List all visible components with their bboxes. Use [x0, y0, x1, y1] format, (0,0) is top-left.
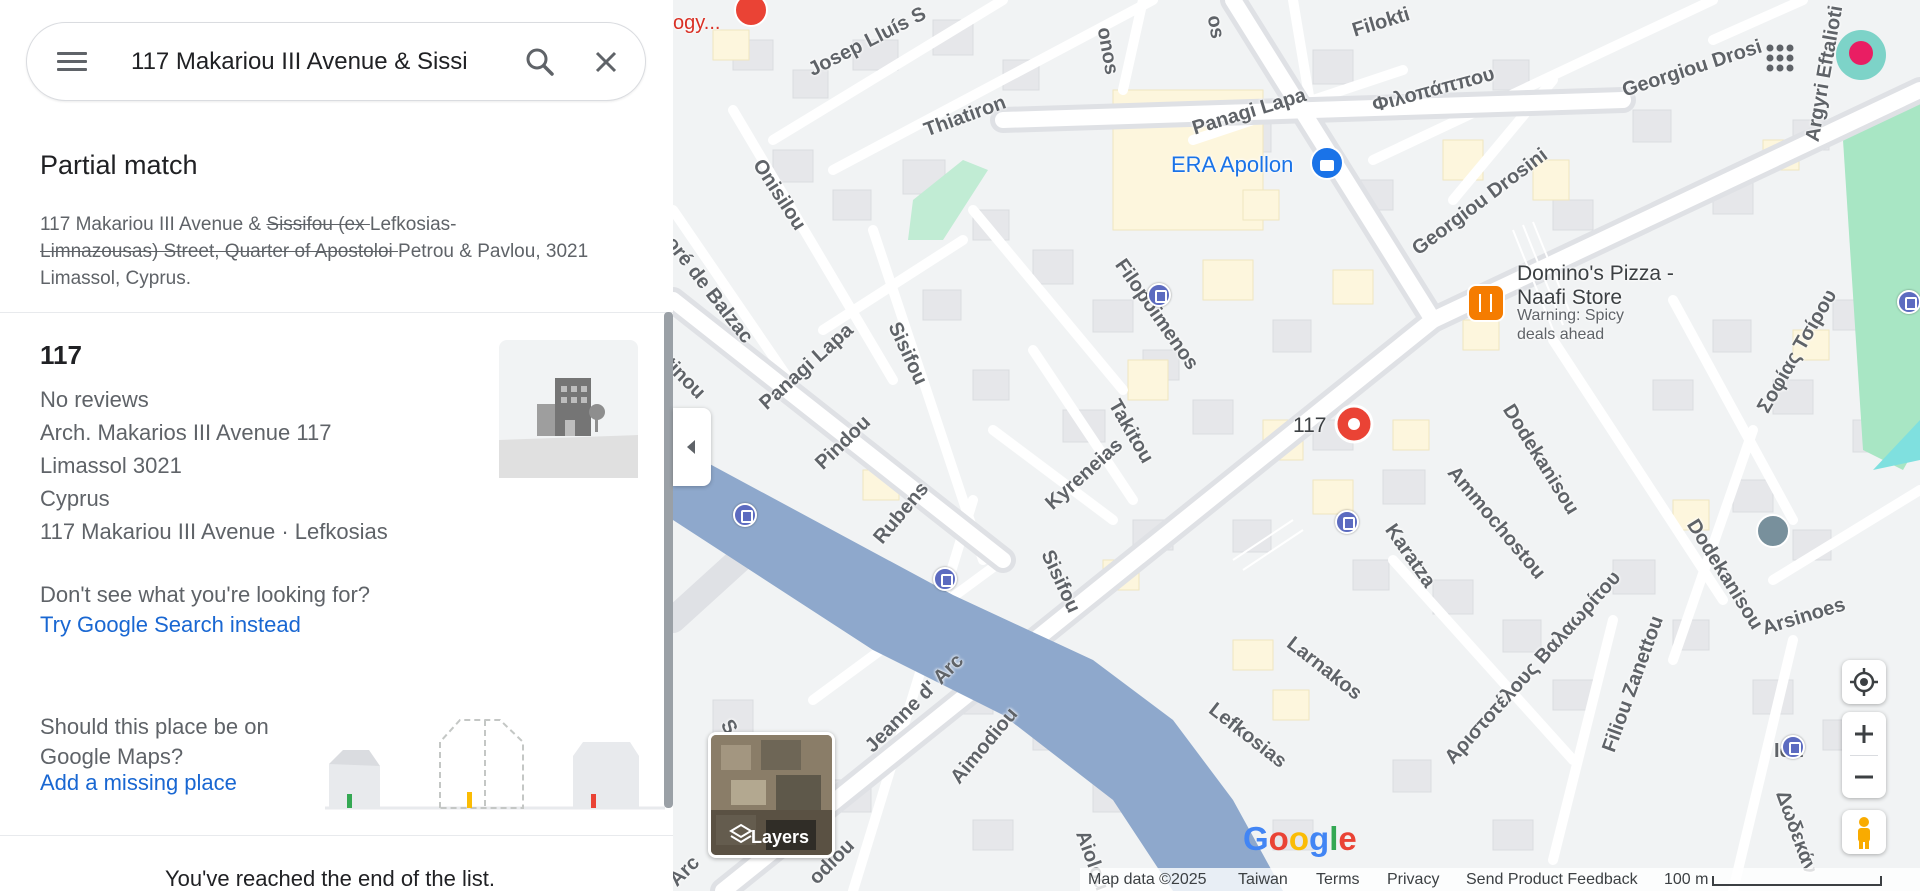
- map-base: [673, 0, 1920, 891]
- marker-117-label[interactable]: 117: [1293, 414, 1326, 438]
- my-location-button[interactable]: [1842, 660, 1886, 704]
- divider: [0, 835, 673, 836]
- address-text: 117 Makariou III Avenue &: [40, 214, 267, 235]
- search-button[interactable]: [521, 43, 559, 81]
- clear-search-button[interactable]: [587, 43, 625, 81]
- menu-icon-bar: [57, 60, 87, 63]
- add-missing-place-link[interactable]: Add a missing place: [40, 770, 237, 796]
- map-canvas[interactable]: Josep Lluís S Thiatiron Onisilou oré de …: [673, 0, 1920, 891]
- apps-grid-icon: [1766, 44, 1794, 72]
- divider: [0, 312, 673, 313]
- result-thumbnail[interactable]: [499, 340, 638, 478]
- bus-stop-icon[interactable]: [1897, 290, 1920, 314]
- scale-label[interactable]: 100 m: [1664, 871, 1708, 889]
- dominos-label[interactable]: Domino's Pizza - Naafi Store: [1517, 262, 1687, 310]
- plus-icon: [1855, 725, 1873, 743]
- bus-stop-icon[interactable]: [733, 503, 757, 527]
- privacy-link[interactable]: Privacy: [1387, 871, 1439, 889]
- zoom-control: [1842, 712, 1886, 798]
- layers-label: Layers: [751, 827, 810, 847]
- scale-bar: [1712, 876, 1882, 886]
- side-panel: Partial match 117 Makariou III Avenue & …: [0, 0, 673, 891]
- pegman-icon: [1858, 817, 1870, 849]
- minus-icon: [1855, 775, 1873, 779]
- street-label: ogy...: [673, 12, 721, 34]
- address-strikethrough: Sissifou (ex: [266, 214, 370, 235]
- google-logo: Google: [1243, 820, 1357, 857]
- search-input[interactable]: [131, 45, 503, 79]
- dont-see-text: Don't see what you're looking for?: [40, 582, 371, 607]
- search-box: [26, 22, 646, 101]
- menu-button[interactable]: [55, 45, 89, 79]
- region-link[interactable]: Taiwan: [1238, 871, 1288, 889]
- chevron-left-icon: [687, 440, 695, 454]
- end-of-list-text: You've reached the end of the list.: [165, 866, 495, 891]
- bus-stop-icon[interactable]: [1781, 735, 1805, 759]
- bus-stop-icon[interactable]: [1335, 510, 1359, 534]
- menu-icon-bar: [57, 52, 87, 55]
- terms-link[interactable]: Terms: [1316, 871, 1360, 889]
- era-apollon-label[interactable]: ERA Apollon: [1171, 152, 1293, 178]
- google-apps-button[interactable]: [1762, 40, 1798, 76]
- layers-button[interactable]: Layers: [708, 732, 835, 858]
- zoom-out-button[interactable]: [1842, 756, 1886, 798]
- account-avatar[interactable]: [1836, 30, 1886, 80]
- google-maps-app: Partial match 117 Makariou III Avenue & …: [0, 0, 1920, 891]
- map-footer: Map data ©2025 Taiwan Terms Privacy Send…: [1080, 868, 1920, 891]
- partial-match-address: 117 Makariou III Avenue & Sissifou (ex L…: [40, 211, 640, 292]
- send-feedback-link[interactable]: Send Product Feedback: [1466, 871, 1638, 889]
- partial-match-section: Partial match 117 Makariou III Avenue & …: [40, 150, 640, 292]
- menu-icon-bar: [57, 68, 87, 71]
- bus-stop-icon[interactable]: [933, 567, 957, 591]
- close-icon: [595, 51, 617, 73]
- street-view-pegman-button[interactable]: [1842, 810, 1886, 854]
- dominos-warning-label: Warning: Spicy deals ahead: [1517, 307, 1624, 343]
- map-data-text: Map data ©2025: [1088, 871, 1207, 888]
- bus-stop-icon[interactable]: [1147, 283, 1171, 307]
- address-strikethrough: Limnazousas) Street, Quarter of Apostolo…: [40, 241, 399, 262]
- missing-place-illustration: [325, 719, 665, 810]
- panel-scrollbar[interactable]: [664, 312, 673, 808]
- result-country: Cyprus: [40, 486, 110, 511]
- result-alt-address: 117 Makariou III Avenue · Lefkosias: [40, 519, 388, 544]
- building-icon: [499, 378, 638, 478]
- should-place-text: Should this place be on Google Maps?: [40, 714, 269, 769]
- collapse-panel-button[interactable]: [673, 408, 711, 486]
- street-label: os: [1202, 13, 1229, 41]
- zoom-in-button[interactable]: [1842, 712, 1886, 755]
- my-location-icon: [1850, 668, 1878, 696]
- address-text: Lefkosias-: [369, 214, 457, 235]
- partial-match-title: Partial match: [40, 150, 198, 180]
- search-icon: [526, 48, 554, 76]
- try-google-search-link[interactable]: Try Google Search instead: [40, 612, 301, 638]
